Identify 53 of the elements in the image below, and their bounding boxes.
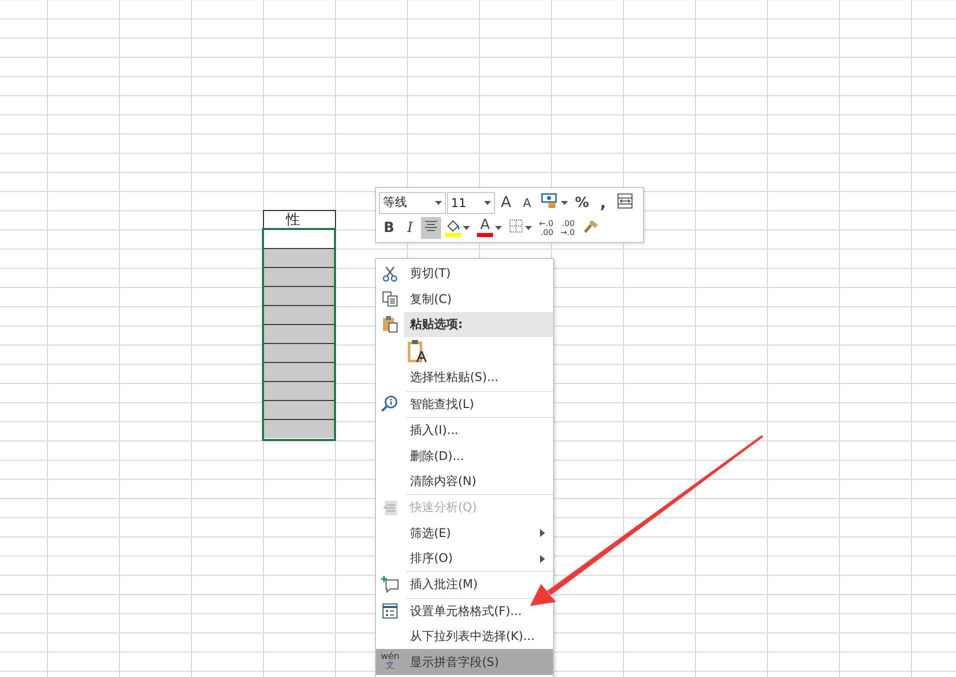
caret-icon (463, 226, 470, 230)
menu-item[interactable]: 选择性粘贴(S)... (376, 365, 553, 391)
pinyin-icon: wén 文 (380, 653, 400, 672)
font-color-button[interactable]: A (474, 216, 505, 238)
paste-option-icon[interactable] (407, 339, 427, 364)
table-cell: 性 (263, 210, 336, 230)
menu-item[interactable]: 从下拉列表中选择(K)... (376, 624, 553, 650)
selected-cell (264, 286, 334, 306)
caret-icon (484, 200, 491, 204)
menu-item[interactable]: 插入批注(M) (376, 572, 553, 598)
menu-item[interactable]: 插入(I)... (376, 418, 553, 444)
menu-item[interactable]: 清除内容(N) (376, 468, 553, 494)
menu-section-header: 粘贴选项: (404, 312, 553, 338)
font-dropdown[interactable]: 等线 (379, 192, 446, 214)
comment-icon (381, 576, 399, 594)
selected-cell (264, 381, 334, 400)
selected-cell (264, 305, 334, 324)
selected-cell (264, 267, 334, 286)
caret-icon (561, 200, 568, 204)
selected-cell (264, 362, 334, 382)
menu-item[interactable]: 删除(D)... (376, 443, 553, 469)
scissors-icon (382, 266, 398, 282)
menu-item[interactable]: wén 文 显示拼音字段(S) (376, 649, 553, 675)
font-size-dropdown[interactable]: 11 (447, 192, 495, 214)
align-center-button[interactable] (421, 216, 441, 238)
menu-item: 快速分析(Q) (376, 495, 553, 521)
selected-cell (264, 324, 334, 344)
grow-font-button[interactable]: A (496, 192, 516, 214)
copy-icon (382, 291, 398, 308)
menu-item[interactable]: 复制(C) (376, 286, 553, 312)
selected-cell (264, 248, 334, 268)
menu-item[interactable]: 剪切(T) (376, 261, 553, 286)
comma-button[interactable]: , (593, 192, 614, 214)
menu-item[interactable]: 排序(O) (376, 546, 553, 572)
format-cells-icon (382, 603, 398, 620)
decimal-button[interactable]: .00 →.0 (557, 216, 578, 238)
percent-button[interactable]: % (572, 192, 592, 214)
menu-item[interactable]: 设置单元格格式(F)... (376, 598, 553, 624)
shrink-font-button[interactable]: A (517, 192, 537, 214)
clipboard-icon (382, 315, 398, 334)
selected-cell (264, 419, 334, 438)
italic-button[interactable]: I (400, 216, 420, 238)
selected-cell (264, 400, 334, 420)
search-icon (381, 395, 399, 414)
fill-bucket-icon (445, 218, 461, 232)
caret-icon (435, 200, 442, 204)
bold-button[interactable]: B (379, 216, 399, 238)
caret-icon (525, 226, 532, 230)
menu-item[interactable]: 智能查找(L) (376, 392, 553, 417)
selected-cell (264, 343, 334, 362)
caret-icon (495, 226, 502, 230)
menu-item[interactable]: 筛选(E) (376, 520, 553, 546)
decimal-button[interactable]: ←.0 .00 (536, 216, 556, 238)
